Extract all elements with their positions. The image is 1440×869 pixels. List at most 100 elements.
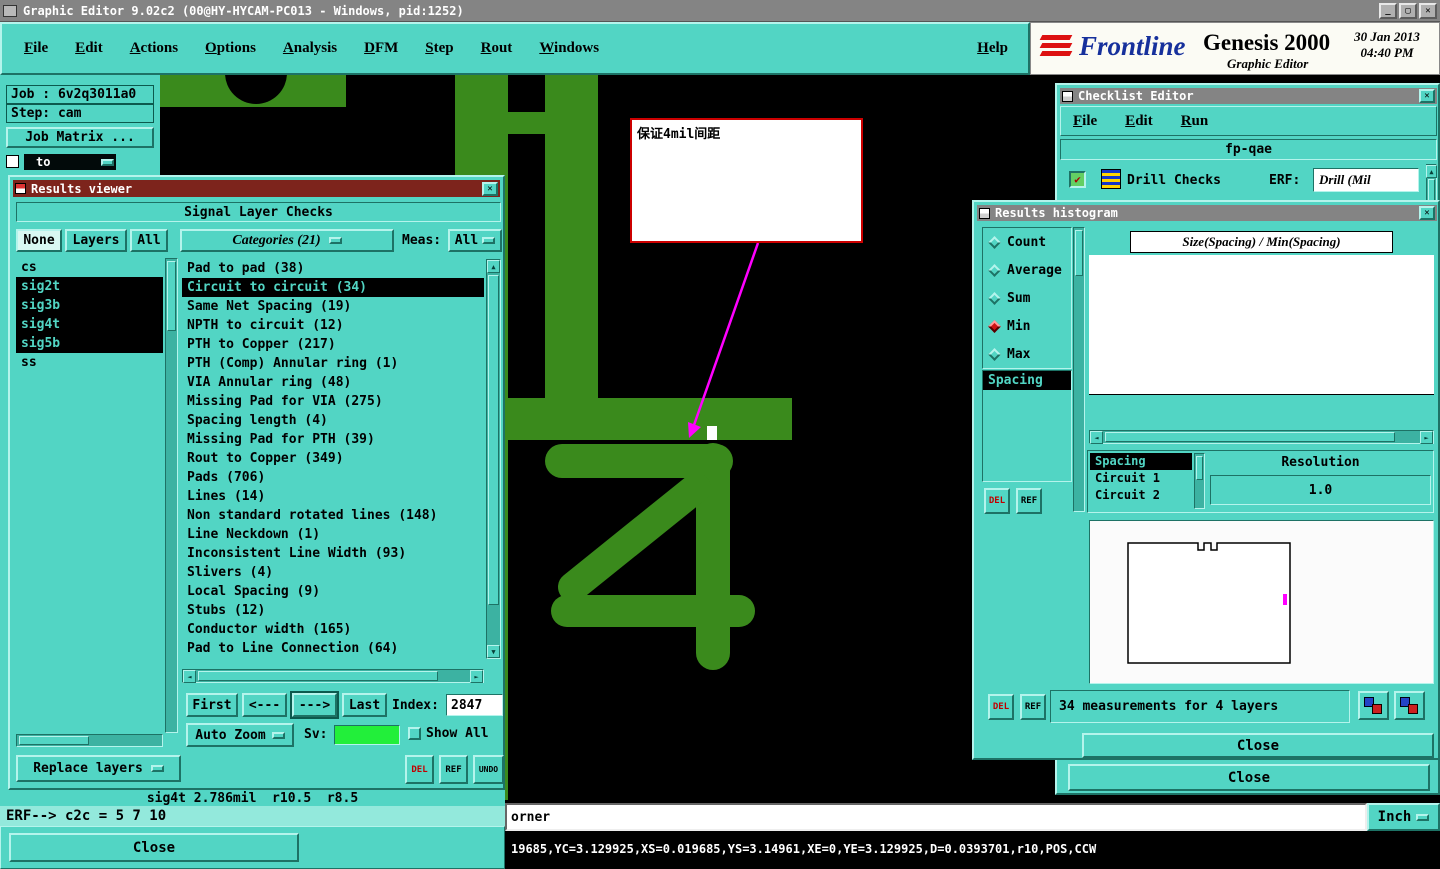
- scroll-left-icon[interactable]: [183, 670, 196, 683]
- series-item[interactable]: Circuit 1: [1090, 470, 1192, 487]
- menu-file[interactable]: File: [1073, 113, 1097, 130]
- checklist-close-icon[interactable]: [1419, 89, 1435, 103]
- undo-button[interactable]: UNDO: [473, 755, 504, 784]
- window-titlebar[interactable]: Graphic Editor 9.02c2 (00@HY-HYCAM-PC013…: [0, 0, 1440, 22]
- histogram-left-scrollbar[interactable]: [1073, 227, 1085, 512]
- category-item[interactable]: Non standard rotated lines (148): [182, 506, 484, 525]
- category-item[interactable]: VIA Annular ring (48): [182, 373, 484, 392]
- sv-color-swatch[interactable]: [334, 725, 400, 745]
- categories-scrollbar-horizontal[interactable]: [182, 669, 484, 683]
- drill-checks-label[interactable]: Drill Checks: [1127, 173, 1221, 188]
- annotation-note[interactable]: 保证4mil间距: [630, 118, 863, 243]
- category-item[interactable]: Pads (706): [182, 468, 484, 487]
- viewer-close-button[interactable]: Close: [9, 833, 299, 862]
- resolution-field[interactable]: 1.0: [1210, 475, 1431, 505]
- category-item[interactable]: Pad to Line Connection (64): [182, 639, 484, 658]
- results-viewer-titlebar[interactable]: Results viewer: [13, 180, 500, 197]
- job-matrix-button[interactable]: Job Matrix ...: [6, 127, 154, 148]
- scroll-right-icon[interactable]: [1420, 431, 1433, 444]
- category-item[interactable]: Missing Pad for VIA (275): [182, 392, 484, 411]
- scrollbar-thumb[interactable]: [1075, 230, 1083, 276]
- category-item[interactable]: PTH (Comp) Annular ring (1): [182, 354, 484, 373]
- check-enabled-checkbox[interactable]: ✔: [1069, 171, 1086, 188]
- layer-item[interactable]: sig5b: [16, 334, 163, 353]
- scroll-up-icon[interactable]: [487, 260, 500, 273]
- series-list[interactable]: Spacing Circuit 1 Circuit 2: [1090, 453, 1192, 509]
- histogram-ref-button[interactable]: REF: [1016, 488, 1042, 514]
- histogram-del2-button[interactable]: DEL: [988, 694, 1014, 720]
- layers-scrollbar-vertical[interactable]: [165, 258, 178, 733]
- units-dropdown[interactable]: Inch: [1367, 803, 1440, 831]
- histogram-close-icon[interactable]: [1419, 206, 1435, 220]
- scroll-right-icon[interactable]: [470, 670, 483, 683]
- index-field[interactable]: 2847: [446, 694, 503, 716]
- menu-run[interactable]: Run: [1181, 113, 1209, 130]
- scrollbar-thumb[interactable]: [198, 671, 438, 681]
- menu-options[interactable]: Options: [205, 40, 256, 57]
- filter-all-button[interactable]: All: [130, 229, 168, 252]
- nav-first-button[interactable]: First: [186, 693, 238, 717]
- histogram-close-button[interactable]: Close: [1082, 733, 1434, 758]
- menu-help[interactable]: Help: [977, 40, 1008, 57]
- categories-list[interactable]: Pad to pad (38) Circuit to circuit (34) Sa…: [182, 259, 484, 659]
- measure-list[interactable]: Spacing: [982, 370, 1072, 482]
- checklist-close-button[interactable]: Close: [1068, 764, 1430, 791]
- series-scrollbar[interactable]: [1194, 453, 1205, 509]
- category-item[interactable]: Line Neckdown (1): [182, 525, 484, 544]
- scrollbar-thumb[interactable]: [1196, 456, 1203, 480]
- category-item[interactable]: Conductor width (165): [182, 620, 484, 639]
- category-item[interactable]: PTH to Copper (217): [182, 335, 484, 354]
- stat-option-max[interactable]: Max: [983, 340, 1071, 368]
- category-item[interactable]: Slivers (4): [182, 563, 484, 582]
- stat-option-average[interactable]: Average: [983, 256, 1071, 284]
- filter-none-button[interactable]: None: [16, 229, 62, 252]
- scroll-left-icon[interactable]: [1090, 431, 1103, 444]
- maximize-button[interactable]: [1399, 2, 1417, 19]
- layer-item[interactable]: sig4t: [16, 315, 163, 334]
- to-dropdown[interactable]: to: [24, 154, 116, 170]
- attach-results-button[interactable]: [1358, 691, 1389, 720]
- menu-dfm[interactable]: DFM: [364, 40, 398, 57]
- category-item[interactable]: Inconsistent Line Width (93): [182, 544, 484, 563]
- command-strip[interactable]: orner: [505, 803, 1367, 831]
- show-all-checkbox[interactable]: [408, 727, 421, 740]
- category-item[interactable]: Lines (14): [182, 487, 484, 506]
- stat-option-count[interactable]: Count: [983, 228, 1071, 256]
- series-item[interactable]: Spacing: [1090, 453, 1192, 470]
- histogram-del-button[interactable]: DEL: [984, 488, 1010, 514]
- menu-step[interactable]: Step: [425, 40, 453, 57]
- menu-actions[interactable]: Actions: [130, 40, 178, 57]
- category-item[interactable]: Rout to Copper (349): [182, 449, 484, 468]
- category-item[interactable]: Spacing length (4): [182, 411, 484, 430]
- categories-dropdown[interactable]: Categories (21): [180, 229, 394, 252]
- snap-checkbox[interactable]: [6, 155, 19, 168]
- filter-layers-button[interactable]: Layers: [65, 229, 127, 252]
- nav-next-button[interactable]: --->: [290, 691, 339, 719]
- categories-scrollbar-vertical[interactable]: [486, 259, 501, 659]
- series-item[interactable]: Circuit 2: [1090, 487, 1192, 504]
- category-item[interactable]: Missing Pad for PTH (39): [182, 430, 484, 449]
- minimize-button[interactable]: [1379, 2, 1397, 19]
- stat-option-sum[interactable]: Sum: [983, 284, 1071, 312]
- delete-measure-button[interactable]: DEL: [405, 755, 434, 784]
- meas-dropdown[interactable]: All: [448, 229, 502, 252]
- layer-item[interactable]: sig2t: [16, 277, 163, 296]
- export-results-button[interactable]: [1394, 691, 1425, 720]
- layer-item[interactable]: ss: [16, 353, 163, 372]
- category-item[interactable]: Local Spacing (9): [182, 582, 484, 601]
- menu-file[interactable]: File: [24, 40, 48, 57]
- histogram-titlebar[interactable]: Results histogram: [977, 205, 1437, 221]
- measurement-preview[interactable]: [1089, 520, 1434, 684]
- menu-edit[interactable]: Edit: [75, 40, 103, 57]
- scrollbar-thumb[interactable]: [1105, 432, 1395, 442]
- measure-item[interactable]: Spacing: [983, 371, 1071, 390]
- scroll-up-icon[interactable]: [1426, 165, 1437, 178]
- window-menu-icon[interactable]: [3, 4, 17, 17]
- scrollbar-thumb[interactable]: [488, 275, 499, 605]
- results-viewer-close-icon[interactable]: [482, 181, 498, 196]
- replace-layers-dropdown[interactable]: Replace layers: [16, 755, 181, 782]
- nav-last-button[interactable]: Last: [342, 693, 387, 717]
- category-item[interactable]: Stubs (12): [182, 601, 484, 620]
- histogram-ref2-button[interactable]: REF: [1020, 694, 1046, 720]
- close-window-button[interactable]: [1419, 2, 1437, 19]
